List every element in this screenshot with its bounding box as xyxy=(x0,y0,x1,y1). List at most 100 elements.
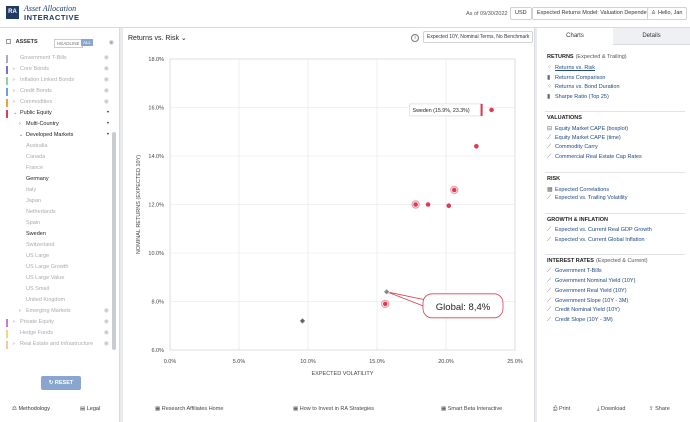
chart-menu-item[interactable]: ⟋ Government T-Bills xyxy=(547,268,602,275)
logo-title-line1[interactable]: Asset Allocation xyxy=(24,4,76,13)
chart-menu-item[interactable]: ▮ Sharpe Ratio (Top 25) xyxy=(547,93,609,100)
sidebar-scrollbar[interactable] xyxy=(112,132,116,350)
chevron-right-icon[interactable]: › xyxy=(13,339,15,350)
chevron-right-icon[interactable]: › xyxy=(13,64,15,75)
sidebar-item-18[interactable]: US Large xyxy=(6,251,109,262)
sidebar-item-10[interactable]: France xyxy=(6,163,109,174)
eye-icon[interactable]: ◉ xyxy=(109,39,114,46)
sidebar-item-13[interactable]: Japan xyxy=(6,196,109,207)
model-select[interactable]: Expected Returns Model: Valuation Depend… xyxy=(532,7,657,20)
bullet-icon[interactable]: • xyxy=(107,130,109,141)
all-toggle[interactable]: ALL xyxy=(81,39,94,46)
chart-menu-item[interactable]: ⊟ Equity Market CAPE (boxplot) xyxy=(547,125,628,132)
eye-icon[interactable]: ◉ xyxy=(104,317,109,328)
headline-toggle[interactable]: HEADLINE xyxy=(54,39,83,48)
chart-menu-item[interactable]: ▮ Returns Comparison xyxy=(547,74,605,81)
sidebar-item-15[interactable]: Spain xyxy=(6,218,109,229)
sidebar-item-21[interactable]: US Small xyxy=(6,284,109,295)
chevron-right-icon[interactable]: › xyxy=(13,317,15,328)
eye-icon[interactable]: ◉ xyxy=(104,75,109,86)
chevron-right-icon[interactable]: › xyxy=(19,119,21,130)
chevron-right-icon[interactable]: › xyxy=(13,97,15,108)
tab-charts[interactable]: Charts xyxy=(537,28,613,45)
footer-link-0[interactable]: ▦ Research Affiliates Home xyxy=(155,406,223,412)
chevron-right-icon[interactable]: › xyxy=(19,306,21,317)
scatter-point-1[interactable] xyxy=(474,144,479,149)
reset-button[interactable]: ↻ RESET xyxy=(41,376,81,390)
logo-mark[interactable]: RA xyxy=(6,6,19,19)
footer-link-2[interactable]: ▦ Smart Beta Interactive xyxy=(441,406,502,412)
benchmark-select[interactable]: Expected 10Y, Nominal Terms, No Benchmar… xyxy=(423,31,534,43)
chart-menu-item[interactable]: ⟋ Government Real Yield (10Y) xyxy=(547,288,627,295)
chart-menu-item[interactable]: ⟋ Expected vs. Trailing Volatility xyxy=(547,195,627,202)
scatter-point-5[interactable] xyxy=(446,203,452,209)
legal-link[interactable]: ▤ Legal xyxy=(80,406,100,412)
chevron-down-icon[interactable]: ⌄ xyxy=(19,130,23,141)
bullet-icon[interactable]: • xyxy=(107,119,109,130)
eye-icon[interactable]: ◉ xyxy=(104,306,109,317)
scatter-point-3[interactable] xyxy=(413,202,418,207)
currency-select[interactable]: USD xyxy=(510,7,532,20)
chart-menu-item[interactable]: ⟋ Commercial Real Estate Cap Rates xyxy=(547,154,642,161)
sidebar-item-9[interactable]: Canada xyxy=(6,152,109,163)
sidebar-item-16[interactable]: Sweden xyxy=(6,229,109,240)
sidebar-item-12[interactable]: Italy xyxy=(6,185,109,196)
scatter-point-0[interactable] xyxy=(489,107,494,113)
sidebar-item-8[interactable]: Australia xyxy=(6,141,109,152)
eye-icon[interactable]: ◉ xyxy=(104,328,109,339)
logo-title-line2[interactable]: INTERACTIVE xyxy=(24,13,80,22)
footer-link-1[interactable]: ▦ How to Invest in RA Strategies xyxy=(293,406,374,412)
download-button[interactable]: ⤓ Download xyxy=(597,406,625,413)
chart-menu-item[interactable]: ⟋ Government Slope (10Y - 3M) xyxy=(547,298,628,305)
tab-details[interactable]: Details xyxy=(613,28,690,45)
chart-menu-item[interactable]: ⟋ Credit Slope (10Y - 3M) xyxy=(547,317,613,324)
scatter-point-6[interactable] xyxy=(382,301,388,307)
chart-menu-item[interactable]: ⟋ Credit Nominal Yield (10Y) xyxy=(547,307,620,314)
sidebar-item-1[interactable]: › Core Bonds ◉ xyxy=(6,64,109,75)
sidebar-item-23[interactable]: › Emerging Markets ◉ xyxy=(6,306,109,317)
eye-icon[interactable]: ◉ xyxy=(104,86,109,97)
bullet-icon[interactable]: • xyxy=(107,108,109,119)
chart-menu-item[interactable]: ⟋ Commodity Carry xyxy=(547,144,598,151)
sidebar-item-6[interactable]: › Multi-Country • xyxy=(6,119,109,130)
chart-menu-item[interactable]: ▦ Expected Correlations xyxy=(547,186,609,193)
user-menu[interactable]: ♙ Hello, Jan xyxy=(647,7,688,20)
sidebar-item-25[interactable]: Hedge Funds ◉ xyxy=(6,328,109,339)
sidebar-item-0[interactable]: Government T-Bills ◉ xyxy=(6,53,109,64)
sidebar-item-17[interactable]: Switzerland xyxy=(6,240,109,251)
sidebar-item-22[interactable]: United Kingdom xyxy=(6,295,109,306)
scatter-point-7[interactable] xyxy=(383,288,391,296)
eye-icon[interactable]: ◉ xyxy=(104,97,109,108)
chart-menu-item[interactable]: ⟋ Expected vs. Current Real GDP Growth xyxy=(547,227,652,234)
sidebar-item-14[interactable]: Netherlands xyxy=(6,207,109,218)
assets-checkbox[interactable] xyxy=(6,39,11,44)
eye-icon[interactable]: ◉ xyxy=(104,64,109,75)
sidebar-item-20[interactable]: US Large Value xyxy=(6,273,109,284)
sidebar-item-5[interactable]: ⌄ Public Equity • xyxy=(6,108,109,119)
sidebar-item-2[interactable]: › Inflation Linked Bonds ◉ xyxy=(6,75,109,86)
methodology-link[interactable]: ⚖ Methodology xyxy=(12,406,50,412)
scatter-point-2[interactable] xyxy=(451,187,457,193)
eye-icon[interactable]: ◉ xyxy=(104,53,109,64)
sidebar-item-26[interactable]: › Real Estate and Infrastructure ◉ xyxy=(6,339,109,350)
chart-menu-item[interactable]: ⟋ Equity Market CAPE (time) xyxy=(547,135,621,142)
info-icon[interactable]: i xyxy=(411,34,419,42)
sidebar-item-24[interactable]: › Private Equity ◉ xyxy=(6,317,109,328)
scatter-point-4[interactable] xyxy=(425,202,431,207)
sidebar-item-4[interactable]: › Commodities ◉ xyxy=(6,97,109,108)
chevron-down-icon[interactable]: ⌄ xyxy=(13,108,17,119)
chart-menu-item[interactable]: ⟋ Government Nominal Yield (10Y) xyxy=(547,278,635,285)
scatter-point-8[interactable] xyxy=(299,317,306,325)
chart-type-select[interactable]: Returns vs. Risk ⌄ xyxy=(128,34,187,42)
chart-menu-item[interactable]: ⟋ Expected vs. Current Global Inflation xyxy=(547,237,645,244)
sidebar-item-11[interactable]: Germany xyxy=(6,174,109,185)
chevron-right-icon[interactable]: › xyxy=(13,86,15,97)
sidebar-item-19[interactable]: US Large Growth xyxy=(6,262,109,273)
print-button[interactable]: ⎙ Print xyxy=(553,406,570,413)
sidebar-item-7[interactable]: ⌄ Developed Markets • xyxy=(6,130,109,141)
sidebar-item-3[interactable]: › Credit Bonds ◉ xyxy=(6,86,109,97)
eye-icon[interactable]: ◉ xyxy=(104,339,109,350)
chart-menu-item[interactable]: ⁘ Returns vs. Bond Duration xyxy=(547,83,620,90)
chevron-right-icon[interactable]: › xyxy=(13,75,15,86)
chart-menu-item[interactable]: ⁘ Returns vs. Risk xyxy=(547,64,595,71)
